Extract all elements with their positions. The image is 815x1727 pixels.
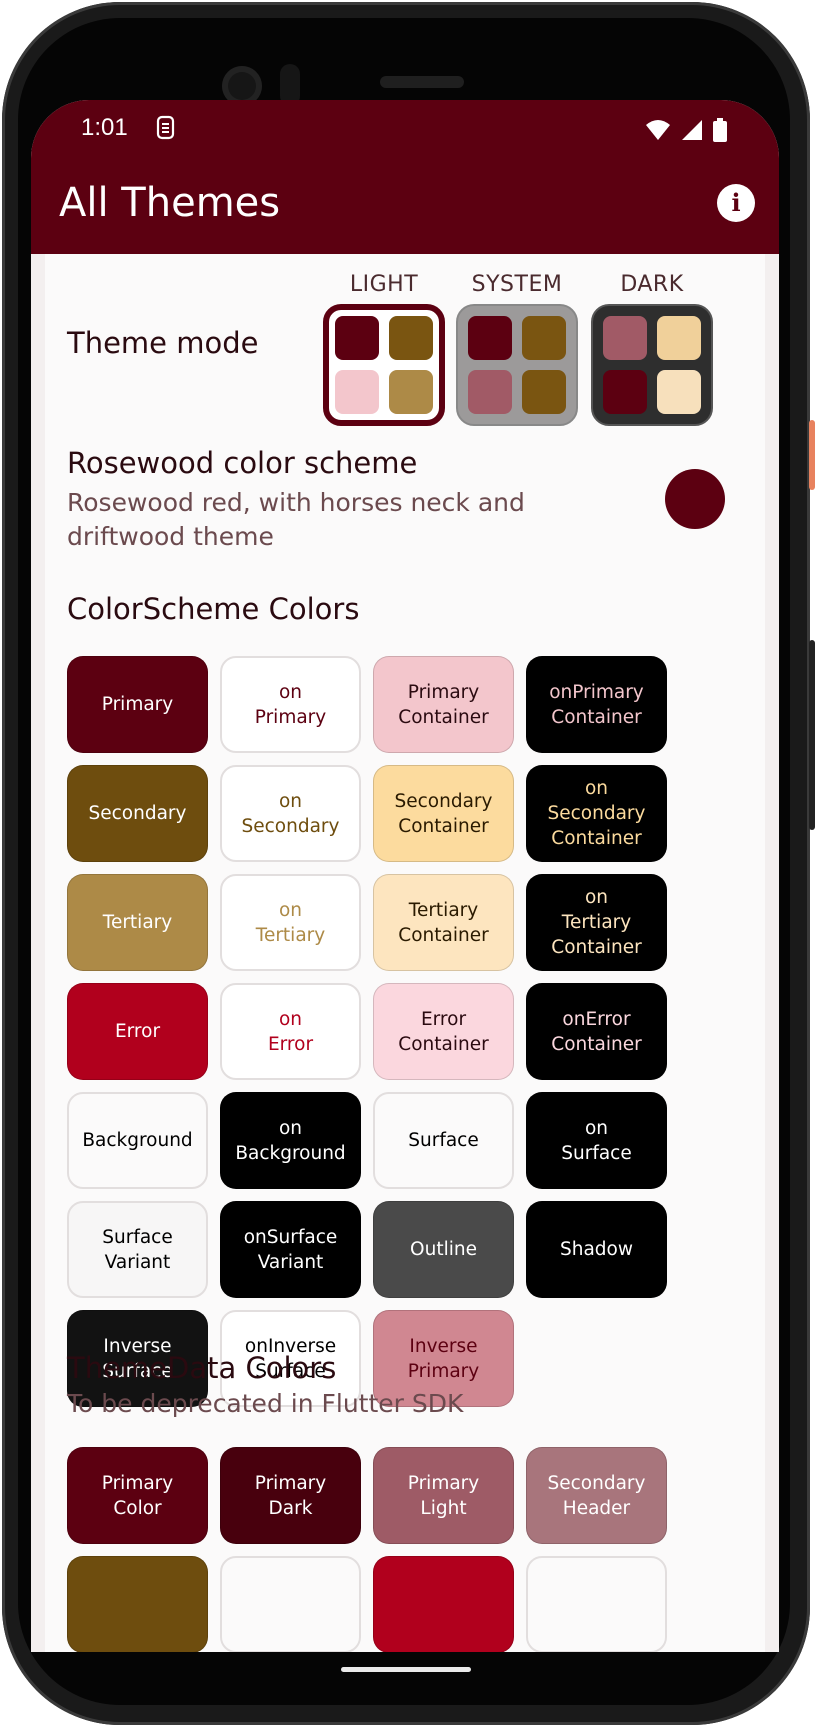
color-swatch[interactable]: on Tertiary: [220, 874, 361, 971]
scheme-color-indicator[interactable]: [665, 469, 725, 529]
theme-mode-system[interactable]: SYSTEM: [456, 272, 578, 426]
color-swatch[interactable]: Secondary: [67, 765, 208, 862]
home-indicator[interactable]: [341, 1667, 471, 1672]
color-swatch[interactable]: Primary: [67, 656, 208, 753]
status-time: 1:01: [81, 114, 128, 141]
color-swatch[interactable]: on Secondary Container: [526, 765, 667, 862]
color-swatch[interactable]: [67, 1556, 208, 1652]
scheme-title: Rosewood color scheme: [67, 446, 418, 480]
color-swatch[interactable]: Surface Variant: [67, 1201, 208, 1298]
app-bar: 1:01 All Themes i: [31, 100, 779, 254]
signal-icon: [682, 120, 702, 140]
sim-icon: [155, 115, 177, 147]
mode-label-dark: DARK: [620, 272, 684, 297]
color-swatch[interactable]: Secondary Header: [526, 1447, 667, 1544]
volume-button: [809, 640, 815, 830]
color-swatch[interactable]: Surface: [373, 1092, 514, 1189]
theme-card: Theme mode LIGHT SYSTEM DARK Rosewood co…: [45, 254, 765, 1652]
status-icons: [645, 118, 727, 142]
themedata-section-subtitle: To be deprecated in Flutter SDK: [67, 1389, 464, 1418]
power-button: [809, 420, 815, 490]
color-swatch[interactable]: [526, 1556, 667, 1652]
color-swatch[interactable]: Background: [67, 1092, 208, 1189]
app-title: All Themes: [59, 180, 281, 226]
battery-icon: [713, 118, 727, 142]
themedata-section-title: ThemeData Colors: [67, 1351, 337, 1385]
wifi-icon: [646, 120, 670, 140]
scheme-description: Rosewood red, with horses neck and drift…: [67, 488, 525, 551]
color-swatch[interactable]: Shadow: [526, 1201, 667, 1298]
earpiece-speaker: [380, 76, 464, 88]
light-preview: [323, 304, 445, 426]
color-swatch[interactable]: Tertiary: [67, 874, 208, 971]
screen: 1:01 All Themes i Theme mode LIGHT SYSTE…: [31, 100, 779, 1652]
themedata-swatch-grid: Primary Color Primary Dark Primary Light Se…: [67, 1447, 667, 1652]
color-swatch[interactable]: [373, 1556, 514, 1652]
theme-mode-dark[interactable]: DARK: [591, 272, 713, 426]
color-swatch[interactable]: onError Container: [526, 983, 667, 1080]
dark-preview: [591, 304, 713, 426]
mode-label-light: LIGHT: [349, 272, 419, 297]
color-swatch[interactable]: on Surface: [526, 1092, 667, 1189]
color-swatch[interactable]: Primary Light: [373, 1447, 514, 1544]
color-swatch[interactable]: Error: [67, 983, 208, 1080]
color-swatch[interactable]: onSurface Variant: [220, 1201, 361, 1298]
color-swatch[interactable]: Secondary Container: [373, 765, 514, 862]
colorscheme-section-title: ColorScheme Colors: [67, 592, 360, 626]
color-swatch[interactable]: Primary Color: [67, 1447, 208, 1544]
color-swatch[interactable]: Tertiary Container: [373, 874, 514, 971]
system-preview: [456, 304, 578, 426]
color-swatch[interactable]: on Tertiary Container: [526, 874, 667, 971]
mode-label-system: SYSTEM: [471, 272, 563, 297]
color-swatch[interactable]: on Background: [220, 1092, 361, 1189]
theme-mode-light[interactable]: LIGHT: [323, 272, 445, 426]
color-swatch[interactable]: on Error: [220, 983, 361, 1080]
color-swatch[interactable]: Primary Dark: [220, 1447, 361, 1544]
color-swatch[interactable]: onPrimary Container: [526, 656, 667, 753]
color-swatch[interactable]: Error Container: [373, 983, 514, 1080]
color-swatch[interactable]: on Secondary: [220, 765, 361, 862]
color-swatch[interactable]: on Primary: [220, 656, 361, 753]
color-swatch[interactable]: [220, 1556, 361, 1652]
color-swatch[interactable]: Outline: [373, 1201, 514, 1298]
color-swatch[interactable]: Primary Container: [373, 656, 514, 753]
info-icon[interactable]: i: [717, 184, 755, 222]
colorscheme-swatch-grid: Primary on Primary Primary Container onPrim…: [67, 656, 667, 1407]
theme-mode-label: Theme mode: [67, 326, 259, 360]
